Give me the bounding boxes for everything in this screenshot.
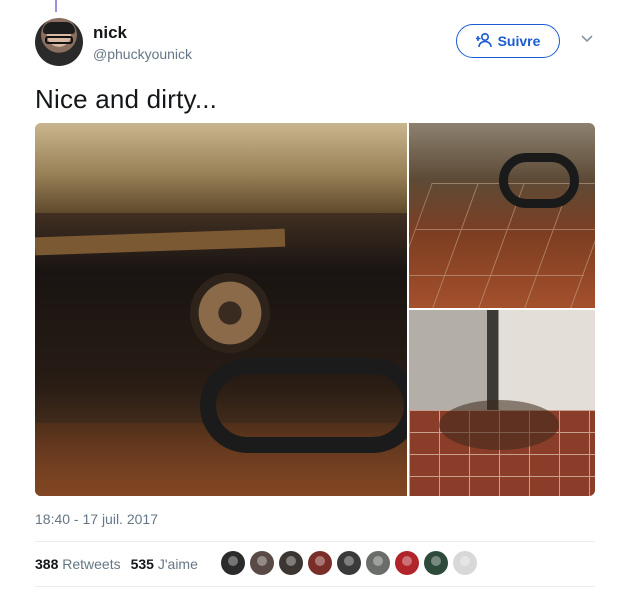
avatar-hair — [43, 22, 75, 34]
likes-count: 535 — [130, 556, 154, 572]
liker-avatar[interactable] — [308, 551, 332, 575]
user-avatar[interactable] — [35, 18, 83, 66]
tweet-text: Nice and dirty... — [35, 84, 218, 114]
likes-label: J'aime — [157, 556, 198, 572]
likes-stat[interactable]: 535 J'aime — [131, 556, 198, 572]
thread-connector-line — [55, 0, 57, 12]
chevron-down-icon[interactable] — [580, 34, 594, 44]
photo-hose-shape — [200, 358, 407, 453]
divider — [35, 541, 595, 542]
add-person-icon — [475, 32, 494, 51]
photo-shelf-shape — [35, 123, 407, 213]
retweets-stat[interactable]: 388 Retweets — [35, 556, 121, 572]
tweet-photo-2[interactable] — [409, 123, 595, 308]
tweet-timestamp[interactable]: 18:40 - 17 juil. 2017 — [35, 511, 158, 527]
avatar-glasses — [45, 36, 73, 44]
liker-avatar[interactable] — [221, 551, 245, 575]
divider — [35, 586, 595, 587]
follow-button-label: Suivre — [497, 33, 541, 49]
retweets-label: Retweets — [62, 556, 121, 572]
liker-avatar[interactable] — [337, 551, 361, 575]
liker-avatar[interactable] — [424, 551, 448, 575]
photo-stain-shape — [439, 400, 559, 450]
liker-avatar[interactable] — [453, 551, 477, 575]
liker-avatar[interactable] — [250, 551, 274, 575]
follow-button[interactable]: Suivre — [456, 24, 560, 58]
tweet-photo-1[interactable] — [35, 123, 407, 496]
tweet-stats: 388 Retweets 535 J'aime — [35, 556, 198, 572]
liker-avatar[interactable] — [279, 551, 303, 575]
liker-avatar[interactable] — [395, 551, 419, 575]
tweet-header: nick @phuckyounick Suivre — [35, 18, 600, 68]
photo-caster-wheel-shape — [190, 273, 270, 353]
tweet-media-grid — [35, 123, 595, 496]
user-handle[interactable]: @phuckyounick — [93, 46, 192, 62]
liker-avatars — [221, 551, 477, 575]
photo-hose-shape — [499, 153, 579, 208]
liker-avatar[interactable] — [366, 551, 390, 575]
user-display-name[interactable]: nick — [93, 23, 127, 43]
photo-rail-shape — [35, 228, 286, 256]
tweet-photo-3[interactable] — [409, 310, 595, 496]
retweets-count: 388 — [35, 556, 59, 572]
